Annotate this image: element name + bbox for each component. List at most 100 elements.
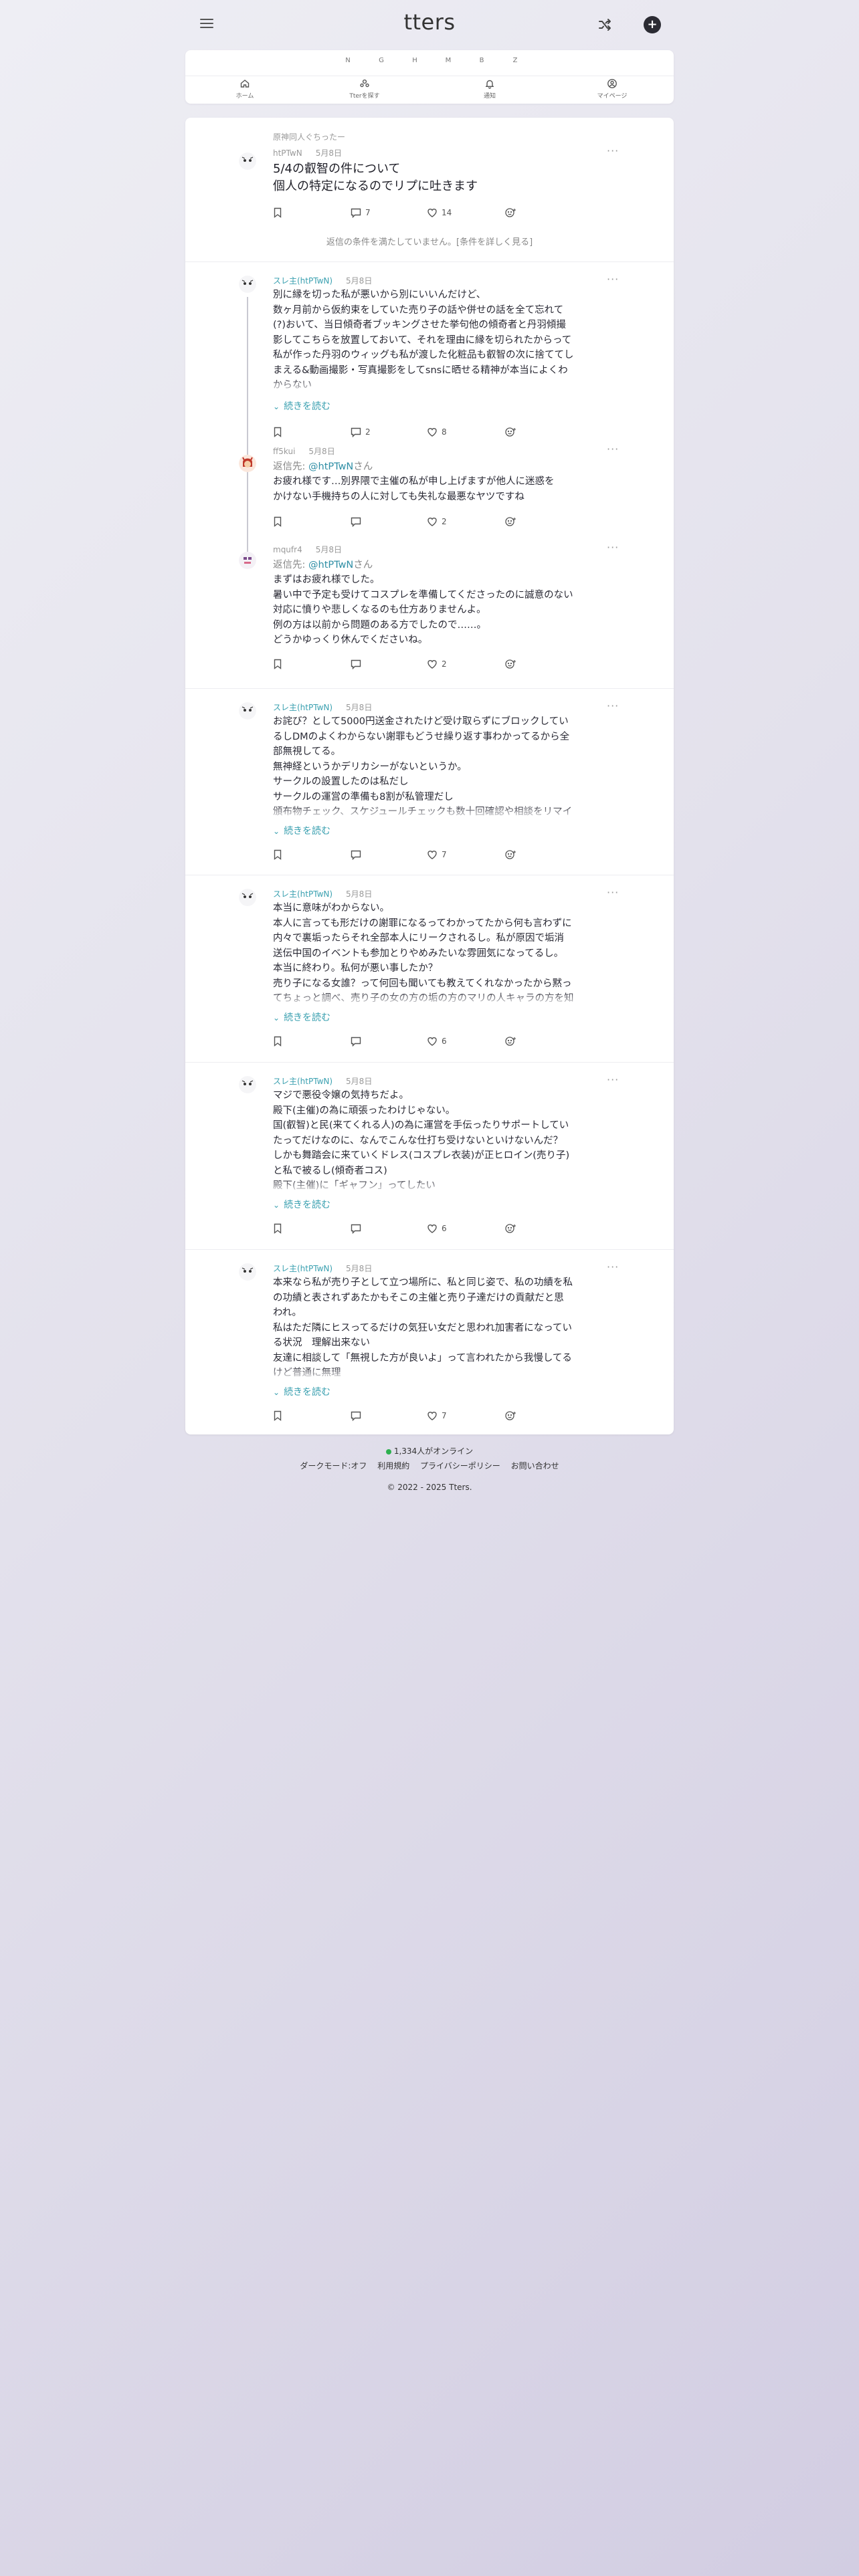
post-author[interactable]: htPTwN xyxy=(273,148,302,158)
read-more-link[interactable]: ⌄ 続きを読む xyxy=(273,1385,330,1398)
reaction-button[interactable] xyxy=(504,515,516,528)
post-date: 5月8日 xyxy=(346,703,373,712)
bookmark-button[interactable] xyxy=(273,1409,282,1422)
like-button[interactable]: 2 xyxy=(427,515,447,528)
bookmark-button[interactable] xyxy=(273,1035,282,1048)
privacy-link[interactable]: プライバシーポリシー xyxy=(420,1461,500,1471)
body-line: 殿下(主催)の為に頑張ったわけじゃない。 xyxy=(273,1105,456,1116)
post-author[interactable]: スレ主(htPTwN) xyxy=(273,889,332,899)
chevron-down-icon: ⌄ xyxy=(273,1013,280,1023)
reply-button[interactable] xyxy=(351,657,365,671)
footer: 1,334人がオンライン ダークモード:オフ 利用規約 プライバシーポリシー お… xyxy=(185,1444,674,1494)
like-button[interactable]: 14 xyxy=(427,206,452,219)
reply-suffix: さん xyxy=(353,461,373,472)
reaction-button[interactable] xyxy=(504,206,516,219)
avatar[interactable] xyxy=(239,455,256,472)
like-button[interactable]: 7 xyxy=(427,1409,447,1422)
avatar[interactable] xyxy=(239,552,256,569)
bookmark-button[interactable] xyxy=(273,206,282,219)
avatar[interactable] xyxy=(239,152,256,170)
avatar[interactable] xyxy=(239,1076,256,1093)
body-line: われ。 xyxy=(273,1307,302,1318)
genre-letter[interactable]: G xyxy=(377,57,386,64)
body-line: お疲れ様です…別界隈で主催の私が申し上げますが他人に迷惑を xyxy=(273,476,555,487)
bookmark-button[interactable] xyxy=(273,848,282,861)
heart-icon xyxy=(427,1224,437,1233)
bookmark-button[interactable] xyxy=(273,657,282,671)
reply-button[interactable] xyxy=(351,1222,365,1235)
nav-item-home[interactable]: ホーム xyxy=(185,78,305,100)
genre-letter[interactable]: B xyxy=(477,57,486,64)
avatar[interactable] xyxy=(239,276,256,293)
genre-letter[interactable]: M xyxy=(444,57,453,64)
genre-letter[interactable]: Z xyxy=(510,57,520,64)
avatar[interactable] xyxy=(239,1263,256,1281)
comment-icon xyxy=(351,1037,361,1047)
reaction-button[interactable] xyxy=(504,1035,516,1048)
like-button[interactable]: 8 xyxy=(427,425,447,439)
like-count: 14 xyxy=(442,208,452,217)
reply-button[interactable] xyxy=(351,1409,365,1422)
dark-mode-toggle[interactable]: ダークモード:オフ xyxy=(300,1461,367,1471)
more-options-icon[interactable]: ··· xyxy=(607,1261,619,1273)
avatar[interactable] xyxy=(239,889,256,906)
more-options-icon[interactable]: ··· xyxy=(607,1073,619,1086)
bookmark-icon xyxy=(274,427,282,437)
reply-button[interactable]: 7 xyxy=(351,206,371,219)
more-options-icon[interactable]: ··· xyxy=(607,273,619,286)
post-author[interactable]: スレ主(htPTwN) xyxy=(273,703,332,712)
post-category[interactable]: 原神同人ぐちったー xyxy=(273,131,345,142)
post-author[interactable]: スレ主(htPTwN) xyxy=(273,276,332,286)
reaction-button[interactable] xyxy=(504,1222,516,1235)
more-options-icon[interactable]: ··· xyxy=(607,144,619,157)
bookmark-button[interactable] xyxy=(273,1222,282,1235)
body-line: しかも舞踏会に来ていくドレス(コスプレ衣装)が正ヒロイン(売り子) xyxy=(273,1150,570,1161)
read-more-link[interactable]: ⌄ 続きを読む xyxy=(273,824,330,837)
post-author[interactable]: mqufr4 xyxy=(273,545,302,554)
nav-item-notifications[interactable]: 通知 xyxy=(430,78,550,100)
more-options-icon[interactable]: ··· xyxy=(607,541,619,554)
terms-link[interactable]: 利用規約 xyxy=(377,1461,409,1471)
reply-button[interactable] xyxy=(351,515,365,528)
emoji-icon xyxy=(505,208,516,217)
post-meta: スレ主(htPTwN) 5月8日 xyxy=(273,1263,372,1274)
post-author[interactable]: スレ主(htPTwN) xyxy=(273,1077,332,1086)
shuffle-icon[interactable] xyxy=(597,17,613,33)
mention-link[interactable]: @htPTwN xyxy=(308,560,353,570)
nav-item-mypage[interactable]: マイページ xyxy=(552,78,672,100)
like-button[interactable]: 2 xyxy=(427,657,447,671)
like-button[interactable]: 6 xyxy=(427,1222,447,1235)
post-body: マジで悪役令嬢の気持ちだよ。 殿下(主催)の為に頑張ったわけじゃない。 国(叡智… xyxy=(273,1088,584,1194)
bookmark-button[interactable] xyxy=(273,425,282,439)
like-button[interactable]: 7 xyxy=(427,848,447,861)
read-more-link[interactable]: ⌄ 続きを読む xyxy=(273,1010,330,1024)
reaction-button[interactable] xyxy=(504,1409,516,1422)
like-button[interactable]: 6 xyxy=(427,1035,447,1048)
more-options-icon[interactable]: ··· xyxy=(607,886,619,899)
reaction-button[interactable] xyxy=(504,848,516,861)
reaction-button[interactable] xyxy=(504,425,516,439)
reply-condition-notice[interactable]: 返信の条件を満たしていません。[条件を詳しく見る] xyxy=(185,235,674,247)
reply-button[interactable]: 2 xyxy=(351,425,371,439)
reply-count: 7 xyxy=(365,208,371,217)
more-options-icon[interactable]: ··· xyxy=(607,443,619,455)
genre-letter[interactable]: H xyxy=(410,57,419,64)
reaction-button[interactable] xyxy=(504,657,516,671)
more-options-icon[interactable]: ··· xyxy=(607,700,619,712)
nav-item-find[interactable]: Tterを探す xyxy=(304,78,425,100)
reply-button[interactable] xyxy=(351,848,365,861)
like-count: 7 xyxy=(442,1411,447,1420)
genre-letter[interactable]: N xyxy=(343,57,353,64)
read-more-link[interactable]: ⌄ 続きを読む xyxy=(273,1198,330,1211)
contact-link[interactable]: お問い合わせ xyxy=(511,1461,559,1471)
reply-button[interactable] xyxy=(351,1035,365,1048)
mention-link[interactable]: @htPTwN xyxy=(308,461,353,472)
body-line: たってだけなのに、なんでこんな仕打ち受けないといけないんだ？ xyxy=(273,1135,563,1146)
bookmark-button[interactable] xyxy=(273,515,282,528)
read-more-link[interactable]: ⌄ 続きを読む xyxy=(273,399,330,413)
avatar[interactable] xyxy=(239,702,256,720)
post-author[interactable]: スレ主(htPTwN) xyxy=(273,1264,332,1273)
new-post-button[interactable]: + xyxy=(644,16,661,33)
title-line: 5/4の叡智の件について xyxy=(273,162,401,176)
post-author[interactable]: ff5kui xyxy=(273,447,295,456)
